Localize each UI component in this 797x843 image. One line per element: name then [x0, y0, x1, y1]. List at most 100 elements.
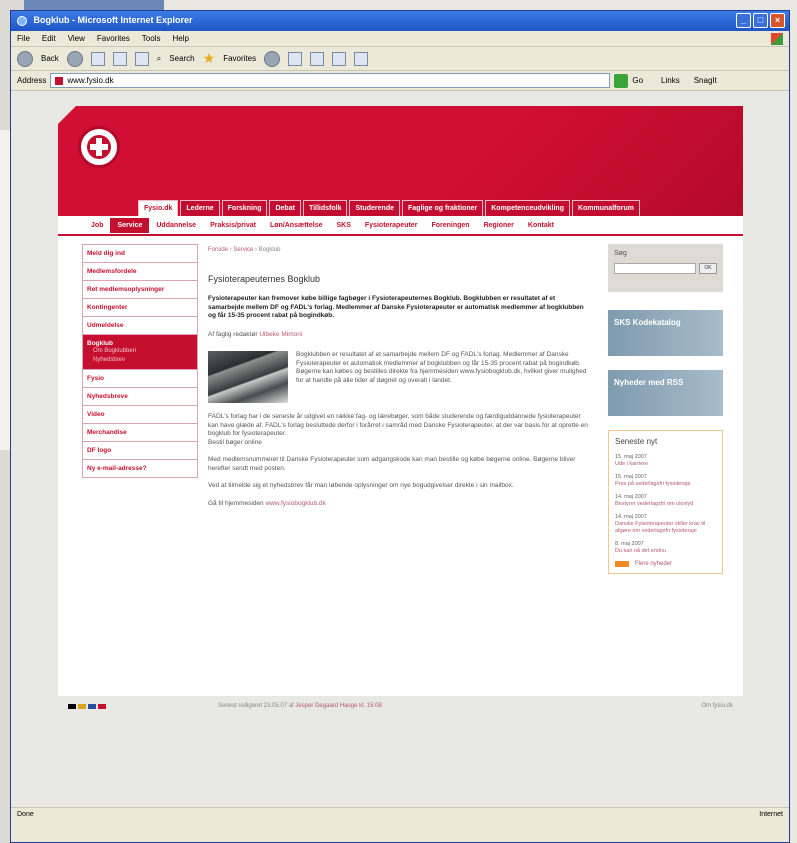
subnav-sks[interactable]: SKS [330, 218, 358, 233]
favorites-label[interactable]: Favorites [223, 54, 256, 63]
subnav-service[interactable]: Service [110, 217, 150, 233]
tab-kompetence[interactable]: Kompetenceudvikling [485, 200, 570, 216]
leftnav-meld-dig-ind[interactable]: Meld dig ind [82, 244, 198, 262]
home-icon[interactable] [134, 51, 149, 66]
address-input[interactable]: www.fysio.dk [50, 73, 611, 88]
menu-tools[interactable]: Tools [142, 34, 161, 43]
search-input[interactable] [614, 263, 696, 274]
leftnav-udmeldelse[interactable]: Udmeldelse [82, 316, 198, 334]
leftnav-sub-nyhedsbrev[interactable]: Nyhedsbrev [87, 356, 193, 365]
site-header: Fysio.dk Lederne Forskning Debat Tillids… [58, 106, 743, 216]
news-item[interactable]: 8. maj 2007 Du kan nå det endnu [615, 541, 716, 555]
leftnav-sub-om-bogklubben[interactable]: Om Bogklubben [87, 347, 193, 356]
news-link[interactable]: Ude i karriere [615, 461, 716, 468]
tab-forskning[interactable]: Forskning [221, 200, 268, 216]
danske-fysioterapeuter-logo[interactable] [78, 126, 120, 168]
address-url: www.fysio.dk [67, 76, 114, 85]
leftnav-ny-email[interactable]: Ny e-mail-adresse? [82, 459, 198, 478]
folder-icon[interactable] [354, 51, 369, 66]
breadcrumb-home[interactable]: Forside [208, 247, 228, 253]
leftnav-bogklub[interactable]: Bogklub Om Bogklubben Nyhedsbrev [82, 334, 198, 369]
subnav-regioner[interactable]: Regioner [477, 218, 521, 233]
byline-author[interactable]: Ulbeke Mimoni [259, 331, 302, 338]
go-icon[interactable] [614, 73, 629, 88]
more-news[interactable]: Flere nyheder [615, 561, 716, 567]
news-link[interactable]: Pres på vederlagsfri fysioterapi [615, 481, 716, 488]
forward-icon[interactable] [66, 50, 83, 67]
leftnav-medlemsfordele[interactable]: Medlemsfordele [82, 262, 198, 280]
footer-editor-link[interactable]: Jesper Degaard Hauge kl. 15:08 [295, 703, 381, 709]
news-item[interactable]: 14. maj 2007 Danske Fysioterapeuter stil… [615, 514, 716, 535]
links-label[interactable]: Links [661, 76, 680, 85]
back-icon[interactable] [17, 50, 33, 67]
tab-tillidsfolk[interactable]: Tillidsfolk [302, 200, 348, 216]
print-icon[interactable] [310, 51, 325, 66]
tab-debat[interactable]: Debat [269, 200, 301, 216]
paragraph-4: Gå til hjemmesiden www.fysiobogklub.dk [208, 500, 588, 509]
menu-help[interactable]: Help [172, 34, 188, 43]
spanish-flag-icon[interactable] [78, 703, 86, 709]
german-flag-icon[interactable] [68, 703, 76, 709]
subnav-job[interactable]: Job [84, 218, 110, 233]
news-item[interactable]: 14. maj 2007 Bestyrer vederlagsfri om ul… [615, 494, 716, 508]
footer-updated-text: Senest redigeret 23.05.07 af [218, 703, 294, 709]
leftnav-fysio[interactable]: Fysio [82, 369, 198, 387]
search-button[interactable]: OK [699, 263, 717, 274]
news-item[interactable]: 15. maj 2007 Pres på vederlagsfri fysiot… [615, 474, 716, 488]
subnav-fysioterapeuter[interactable]: Fysioterapeuter [358, 218, 425, 233]
mail-icon[interactable] [288, 51, 303, 66]
news-link[interactable]: Du kan nå det endnu [615, 548, 716, 555]
news-item[interactable]: 15. maj 2007 Ude i karriere [615, 454, 716, 468]
menu-edit[interactable]: Edit [42, 34, 56, 43]
search-label[interactable]: Search [169, 54, 194, 63]
french-flag-icon[interactable] [88, 703, 96, 709]
stop-icon[interactable] [90, 51, 105, 66]
news-link[interactable]: Danske Fysioterapeuter stiller krav til … [615, 521, 716, 535]
subnav-praksis[interactable]: Praksis/privat [203, 218, 263, 233]
subnav-uddannelse[interactable]: Uddannelse [149, 218, 203, 233]
tab-kommunalforum[interactable]: Kommunalforum [571, 200, 640, 216]
minimize-button[interactable]: _ [736, 13, 751, 28]
maximize-button[interactable]: □ [753, 13, 768, 28]
leftnav-df-logo[interactable]: DF logo [82, 441, 198, 459]
page-viewport: Fysio.dk Lederne Forskning Debat Tillids… [11, 91, 789, 825]
header-corner [58, 106, 76, 124]
more-news-link[interactable]: Flere nyheder [635, 561, 672, 567]
tab-fysio[interactable]: Fysio.dk [138, 200, 179, 216]
subnav-loen[interactable]: Løn/Ansættelse [263, 218, 330, 233]
news-date: 15. maj 2007 [615, 474, 647, 480]
favorites-icon[interactable]: ★ [203, 50, 216, 67]
leftnav-merchandise[interactable]: Merchandise [82, 423, 198, 441]
news-title: Seneste nyt [615, 437, 658, 446]
about-link[interactable]: Om fysio.dk [701, 703, 733, 709]
menu-file[interactable]: File [17, 34, 30, 43]
snagit-label[interactable]: SnagIt [694, 76, 717, 85]
leftnav-ret-oplysninger[interactable]: Ret medlemsoplysninger [82, 280, 198, 298]
title-bar[interactable]: Bogklub - Microsoft Internet Explorer _ … [11, 11, 789, 31]
leftnav-video[interactable]: Video [82, 405, 198, 423]
subnav-foreningen[interactable]: Foreningen [424, 218, 476, 233]
leftnav-kontingenter[interactable]: Kontingenter [82, 298, 198, 316]
news-link[interactable]: Bestyrer vederlagsfri om ulovlyd [615, 501, 716, 508]
history-icon[interactable] [264, 50, 281, 67]
sks-banner[interactable]: SKS Kodekatalog [608, 310, 723, 356]
go-label[interactable]: Go [632, 76, 643, 85]
leftnav-nyhedsbreve[interactable]: Nyhedsbreve [82, 387, 198, 405]
search-icon[interactable]: ⌕ [157, 54, 161, 64]
refresh-icon[interactable] [112, 51, 127, 66]
menu-view[interactable]: View [68, 34, 85, 43]
bogklub-link[interactable]: www.fysiobogklub.dk [265, 500, 325, 507]
leftnav-bogklub-label[interactable]: Bogklub [87, 340, 193, 347]
edit-icon[interactable] [332, 51, 347, 66]
back-label[interactable]: Back [41, 54, 59, 63]
tab-studerende[interactable]: Studerende [349, 200, 400, 216]
british-flag-icon[interactable] [98, 703, 106, 709]
subnav-kontakt[interactable]: Kontakt [521, 218, 561, 233]
breadcrumb-current: Bogklub [258, 247, 281, 253]
tab-faglige[interactable]: Faglige og fraktioner [402, 200, 484, 216]
breadcrumb-service[interactable]: Service [233, 247, 253, 253]
menu-favorites[interactable]: Favorites [97, 34, 130, 43]
rss-banner[interactable]: Nyheder med RSS [608, 370, 723, 416]
close-button[interactable]: × [770, 13, 785, 28]
tab-lederne[interactable]: Lederne [180, 200, 220, 216]
